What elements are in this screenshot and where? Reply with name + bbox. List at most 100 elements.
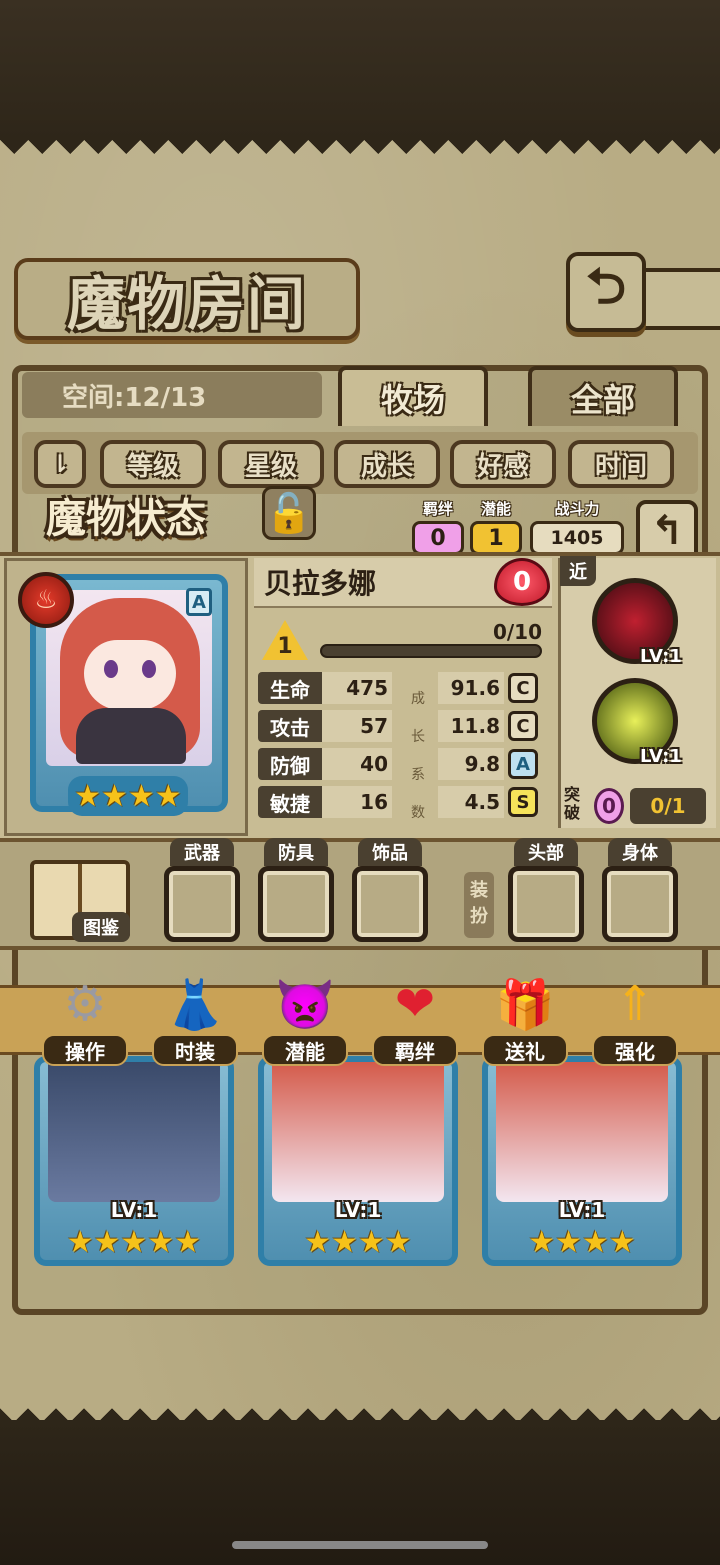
exp-bar [320,644,542,658]
slot-label-weapon: 武器 [170,838,234,866]
action-label: 强化 [592,1034,678,1066]
stat-growth: 9.8 [438,748,504,780]
return-arrow-icon: ↰ [650,508,684,554]
stat-name: 敏捷 [258,786,322,818]
potential-counter: 潜能 1 [470,498,522,555]
action-label: 送礼 [482,1034,568,1066]
stat-row-defense: 防御 40 9.8 A [258,748,552,780]
monster-rank-badge: A [186,588,212,616]
monster-list-stars: ★★★★ [304,1224,412,1260]
stat-rank: C [508,711,538,741]
tab-ranch[interactable]: 牧场 [338,366,488,426]
stat-name: 生命 [258,672,322,704]
sort-order-button[interactable]: ⇂ [34,440,86,488]
action-operate[interactable]: ⚙ 操作 [42,968,128,1074]
stat-value: 16 [322,786,392,818]
fire-element-icon: ♨ [18,572,74,628]
skill-level: LV:1 [640,746,682,767]
potential-value: 1 [470,521,522,555]
filter-time[interactable]: 时间 [568,440,674,488]
slot-armor[interactable] [258,866,334,942]
encyclopedia-label[interactable]: 图鉴 [72,912,130,942]
stat-growth: 11.8 [438,710,504,742]
action-enhance[interactable]: ⇑ 强化 [592,968,678,1074]
slot-label-armor: 防具 [264,838,328,866]
action-outfit[interactable]: 👗 时装 [152,968,238,1074]
outfit-icon: 👗 [165,976,225,1033]
stat-row-agility: 敏捷 16 4.5 S [258,786,552,818]
breakthrough-label: 突破 [564,785,581,822]
slot-label-body: 身体 [608,838,672,866]
action-gift[interactable]: 🎁 送礼 [482,968,568,1074]
top-background [0,0,720,140]
stat-row-attack: 攻击 57 11.8 C [258,710,552,742]
status-title: 魔物状态 [46,496,206,542]
stat-value: 57 [322,710,392,742]
breakthrough-value[interactable]: 0/1 [630,788,706,824]
hearts-icon: ❤ [394,976,436,1032]
slot-body[interactable] [602,866,678,942]
slot-label-head: 头部 [514,838,578,866]
monster-list-level: LV:1 [558,1198,606,1222]
slot-accessory[interactable] [352,866,428,942]
parchment-edge-bottom [0,1394,720,1422]
monster-stars: ★★★★ [68,776,188,816]
monster-outfit [76,708,186,764]
monster-list-portrait [48,1062,220,1202]
monster-list-stars: ★★★★★ [66,1224,202,1260]
padlock-icon: 🔓 [265,490,313,535]
action-label: 操作 [42,1034,128,1066]
filter-level[interactable]: 等级 [100,440,206,488]
gear-icon: ⚙ [63,976,107,1032]
attack-range-tag: 近 [560,556,596,586]
back-button[interactable]: ⮌ [566,252,646,332]
affection-value: 0 [512,567,532,597]
stat-value: 40 [322,748,392,780]
tab-all[interactable]: 全部 [528,366,678,426]
home-indicator[interactable] [232,1541,488,1549]
level-value: 1 [277,633,293,659]
action-label: 羁绊 [372,1034,458,1066]
monster-list-level: LV:1 [110,1198,158,1222]
sort-order-icon: ⇂ [49,450,71,478]
switch-label: 装扮 [470,880,488,927]
stat-name: 防御 [258,748,322,780]
stat-rank: C [508,673,538,703]
monster-list-card[interactable]: LV:1 ★★★★★ [34,1056,234,1266]
stat-rank: S [508,787,538,817]
stat-growth: 91.6 [438,672,504,704]
monster-list-card[interactable]: LV:1 ★★★★ [258,1056,458,1266]
exp-text: 0/10 [492,620,542,644]
back-button-tail [642,268,720,330]
action-label: 时装 [152,1034,238,1066]
potential-label: 潜能 [480,500,511,518]
gift-icon: 🎁 [495,976,555,1033]
upgrade-arrows-icon: ⇑ [614,976,656,1032]
bond-counter: 羁绊 0 [412,498,464,555]
action-bond[interactable]: ❤ 羁绊 [372,968,458,1074]
power-counter: 战斗力 1405 [530,498,624,555]
stat-name: 攻击 [258,710,322,742]
action-label: 潜能 [262,1034,348,1066]
monster-eye-right [142,660,156,678]
monster-eye-left [104,660,118,678]
monster-list-card[interactable]: LV:1 ★★★★ [482,1056,682,1266]
slot-weapon[interactable] [164,866,240,942]
stat-row-hp: 生命 475 91.6 C [258,672,552,704]
filter-star[interactable]: 星级 [218,440,324,488]
monster-list-portrait [496,1062,668,1202]
power-label: 战斗力 [554,500,600,518]
filter-affection[interactable]: 好感 [450,440,556,488]
slot-head[interactable] [508,866,584,942]
page-title: 魔物房间 [14,258,360,340]
stat-growth: 4.5 [438,786,504,818]
lock-button[interactable]: 🔓 [262,486,316,540]
space-capacity: 空间:12/13 [22,372,322,418]
outfit-switch[interactable]: 装扮 [464,872,494,938]
stat-rank: A [508,749,538,779]
filter-growth[interactable]: 成长 [334,440,440,488]
breakthrough-gem-icon: 0 [594,788,624,824]
action-potential[interactable]: 👿 潜能 [262,968,348,1074]
parchment-edge-top [0,140,720,168]
slot-label-accessory: 饰品 [358,838,422,866]
